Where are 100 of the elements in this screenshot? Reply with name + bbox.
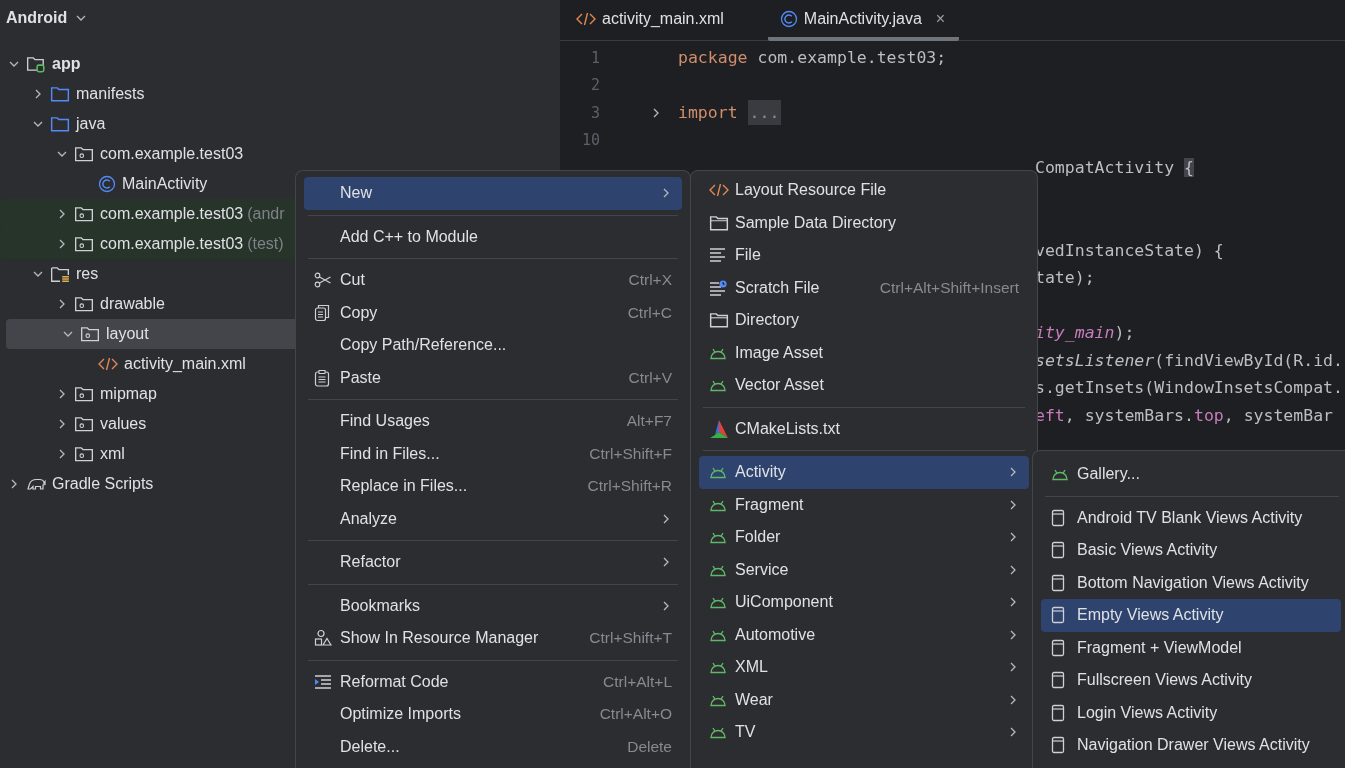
menu-item[interactable]: Find in Files... Ctrl+Shift+F — [304, 437, 682, 470]
menu-item[interactable]: Analyze — [304, 502, 682, 535]
phone-icon — [1051, 508, 1065, 527]
editor-tab[interactable]: activity_main.xml — [576, 0, 738, 41]
menu-item[interactable]: Bookmarks — [304, 589, 682, 622]
view-selector[interactable]: Android — [0, 0, 88, 36]
class-icon — [779, 9, 798, 28]
scissors-icon — [314, 272, 332, 289]
menu-item[interactable]: Activity — [699, 456, 1029, 489]
menu-item[interactable]: Vector Asset — [699, 369, 1029, 402]
package-icon — [74, 295, 94, 313]
menu-item[interactable]: Scratch File Ctrl+Alt+Shift+Insert — [699, 271, 1029, 304]
menu-item[interactable]: TV — [699, 716, 1029, 749]
menu-item[interactable]: Android TV Blank Views Activity — [1041, 501, 1341, 534]
menu-item[interactable]: Refactor — [304, 546, 682, 579]
folder-icon — [709, 311, 729, 330]
code-line: ity_main); — [1035, 323, 1135, 343]
scratch-file-icon — [709, 279, 727, 296]
triangle-icon — [709, 418, 729, 439]
shortcut-text: Delete — [627, 737, 672, 756]
folder-icon — [50, 115, 70, 133]
menu-item[interactable]: Automotive — [699, 618, 1029, 651]
menu-item[interactable]: Sample Data Directory — [699, 206, 1029, 239]
menu-item[interactable]: Bottom Navigation Views Activity — [1041, 566, 1341, 599]
phone-icon — [1051, 541, 1065, 560]
copy-icon — [314, 303, 330, 322]
line-number: 10 — [581, 131, 600, 150]
menu-item[interactable]: Basic Views Activity — [1041, 534, 1341, 567]
android-icon — [709, 725, 727, 740]
menu-item[interactable]: Login Views Activity — [1041, 696, 1341, 729]
menu-item[interactable]: Delete... Delete — [304, 730, 682, 763]
elephant-icon — [26, 476, 46, 492]
editor-tab[interactable]: MainActivity.java × — [767, 0, 960, 41]
menu-item[interactable]: Layout Resource File — [699, 174, 1029, 207]
code-line: tate); — [1035, 268, 1095, 288]
shortcut-text: Alt+F7 — [626, 412, 672, 431]
shapes-icon — [314, 629, 332, 648]
menu-item[interactable]: Replace in Files... Ctrl+Shift+R — [304, 470, 682, 503]
shortcut-text: Ctrl+Shift+T — [589, 629, 672, 648]
folder-icon — [26, 55, 46, 73]
code-line: setsListener(findViewById(R.id. — [1035, 350, 1343, 370]
qualifier-text: (test) — [247, 235, 284, 253]
menu-item[interactable]: Reformat Code Ctrl+Alt+L — [304, 665, 682, 698]
line-number: 2 — [590, 76, 600, 95]
menu-item[interactable]: Gallery... — [1041, 458, 1341, 491]
tree-item[interactable]: app — [0, 49, 560, 79]
menu-item[interactable]: Find Usages Alt+F7 — [304, 405, 682, 438]
code-line: s.getInsets(WindowInsetsCompat. — [1035, 378, 1343, 398]
close-button[interactable]: × — [935, 9, 946, 28]
menu-item[interactable]: Service — [699, 553, 1029, 586]
shortcut-text: Ctrl+Alt+O — [599, 705, 672, 724]
class-icon — [98, 175, 116, 193]
menu-item[interactable]: Fragment — [699, 488, 1029, 521]
tree-item[interactable]: manifests — [0, 79, 560, 109]
package-icon — [74, 445, 94, 463]
menu-item[interactable]: Fragment + ViewModel — [1041, 631, 1341, 664]
folder-icon — [50, 85, 70, 103]
menu-item[interactable]: Show In Resource Manager Ctrl+Shift+T — [304, 622, 682, 655]
menu-item[interactable]: Folder — [699, 521, 1029, 554]
shortcut-text: Ctrl+Shift+R — [587, 477, 672, 496]
clipboard-icon — [314, 368, 330, 387]
menu-item[interactable]: Fullscreen Views Activity — [1041, 664, 1341, 697]
package-icon — [74, 205, 94, 223]
qualifier-text: (andr — [247, 205, 285, 223]
phone-icon — [1051, 671, 1065, 690]
shortcut-text: Ctrl+V — [628, 368, 672, 387]
text-lines-icon — [709, 247, 727, 264]
phone-icon — [1051, 736, 1065, 755]
menu-item[interactable]: File — [699, 239, 1029, 272]
folder-icon — [50, 265, 70, 283]
package-icon — [74, 385, 94, 403]
menu-item[interactable]: XML — [699, 651, 1029, 684]
shortcut-text: Ctrl+Shift+F — [589, 444, 672, 463]
menu-item[interactable]: Directory — [699, 304, 1029, 337]
menu-item[interactable]: Paste Ctrl+V — [304, 361, 682, 394]
tree-item[interactable]: java — [0, 109, 560, 139]
menu-item[interactable]: Cut Ctrl+X — [304, 264, 682, 297]
menu-item[interactable]: UiComponent — [699, 586, 1029, 619]
android-icon — [709, 530, 727, 545]
menu-item[interactable]: Image Asset — [699, 336, 1029, 369]
phone-icon — [1051, 573, 1065, 592]
menu-item[interactable]: Navigation Drawer Views Activity — [1041, 729, 1341, 762]
menu-item[interactable]: Empty Views Activity — [1041, 599, 1341, 632]
menu-item[interactable]: Optimize Imports Ctrl+Alt+O — [304, 698, 682, 731]
tree-item[interactable]: com.example.test03 — [0, 139, 560, 169]
code-tag-icon — [576, 10, 596, 27]
package-icon — [74, 235, 94, 253]
shortcut-text: Ctrl+Alt+Shift+Insert — [879, 278, 1019, 297]
package-icon — [74, 145, 94, 163]
android-icon — [709, 595, 727, 610]
code-line: vedInstanceState) { — [1035, 240, 1224, 260]
shortcut-text: Ctrl+C — [627, 303, 672, 322]
menu-item[interactable]: CMakeLists.txt — [699, 412, 1029, 445]
code-line: CompatActivity { — [1035, 158, 1194, 178]
menu-item[interactable]: New — [304, 177, 682, 210]
menu-item[interactable]: Wear — [699, 683, 1029, 716]
folder-icon — [709, 213, 729, 232]
android-icon — [709, 660, 727, 675]
shortcut-text: Ctrl+X — [628, 271, 672, 290]
item-label: com.example.test03 — [100, 235, 244, 253]
